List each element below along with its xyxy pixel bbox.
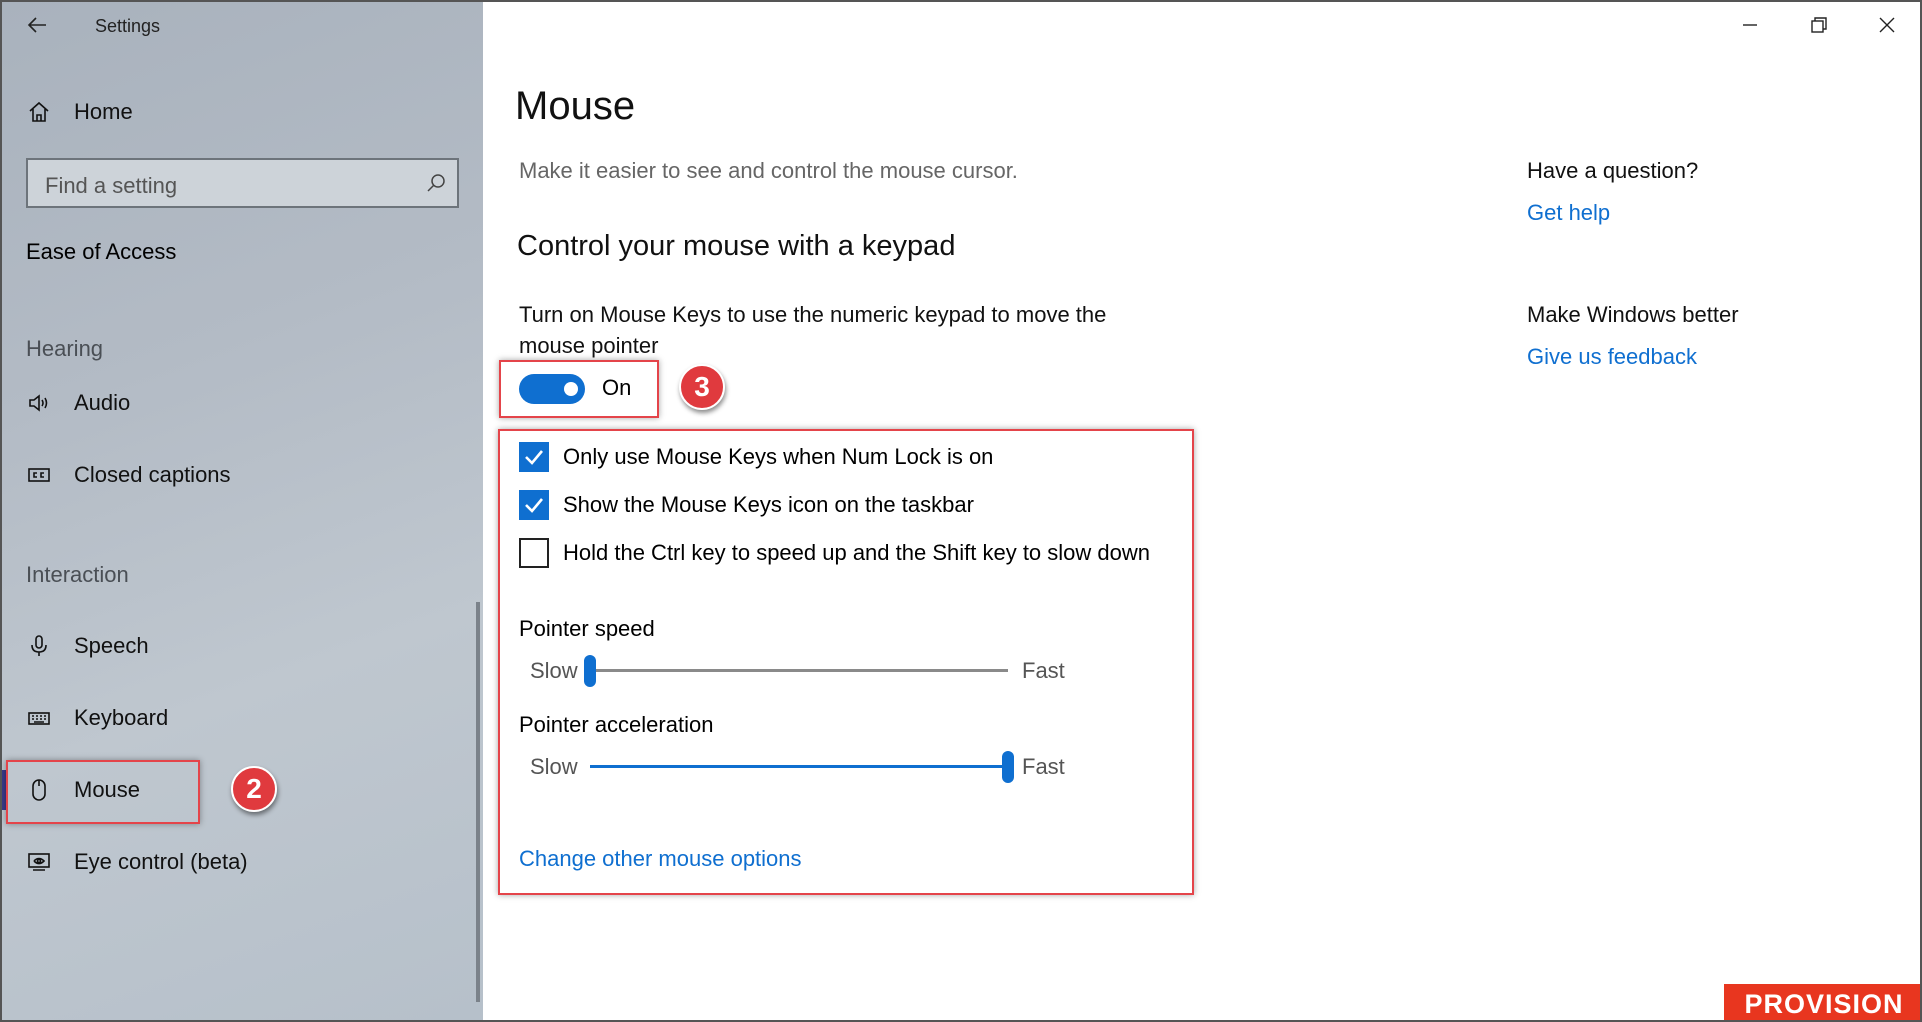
change-mouse-options-link[interactable]: Change other mouse options [519,846,802,872]
minimize-icon [1741,16,1759,39]
speaker-icon [26,390,52,416]
checkbox-box[interactable] [519,442,549,472]
annotation-box-mouse [6,760,200,824]
checkbox-box[interactable] [519,538,549,568]
feedback-heading: Make Windows better [1527,302,1739,327]
pointer-acceleration-slider[interactable]: Slow Fast [530,750,1090,784]
restore-button[interactable] [1799,10,1839,44]
app-title: Settings [95,16,161,36]
slider-track[interactable] [590,669,1008,672]
slider-high-label: Fast [1022,754,1065,779]
page-subtitle: Make it easier to see and control the mo… [519,158,1018,183]
cc-icon [26,462,52,488]
restore-icon [1810,16,1828,39]
annotation-badge-2: 2 [231,766,277,812]
slider-thumb[interactable] [584,655,596,687]
checkbox-ctrl-shift[interactable]: Hold the Ctrl key to speed up and the Sh… [519,538,1150,568]
sidebar-item-speech[interactable]: Speech [26,626,149,666]
search-input[interactable]: Find a setting [26,158,459,208]
pointer-speed-title: Pointer speed [519,616,655,641]
close-button[interactable] [1867,10,1907,44]
sidebar-item-label: Audio [74,390,131,415]
pointer-acceleration-title: Pointer acceleration [519,712,714,737]
provision-logo: PROVISION [1724,984,1920,1020]
slider-track[interactable] [590,765,1008,768]
checkbox-taskbar-icon[interactable]: Show the Mouse Keys icon on the taskbar [519,490,974,520]
group-label-interaction: Interaction [26,562,129,587]
section-title: Ease of Access [26,239,177,264]
microphone-icon [26,633,52,659]
sidebar-item-home[interactable]: Home [26,92,133,132]
checkbox-label: Hold the Ctrl key to speed up and the Sh… [563,540,1150,565]
keyboard-icon [26,705,52,731]
sidebar-item-closed-captions[interactable]: Closed captions [26,455,231,495]
mouse-keys-description: Turn on Mouse Keys to use the numeric ke… [519,302,1107,358]
search-icon [425,172,447,194]
sidebar-item-keyboard[interactable]: Keyboard [26,698,168,738]
sidebar: Settings Home Find a setting Ease of Acc… [2,2,483,1020]
question-heading: Have a question? [1527,158,1699,183]
annotation-box-toggle [499,360,659,418]
sidebar-item-label: Closed captions [74,462,231,487]
home-icon [26,99,52,125]
checkbox-box[interactable] [519,490,549,520]
minimize-button[interactable] [1730,10,1770,44]
search-placeholder: Find a setting [45,173,178,198]
checkmark-icon [525,498,543,513]
sidebar-item-label: Keyboard [74,705,169,730]
slider-low-label: Slow [530,658,578,683]
checkbox-label: Only use Mouse Keys when Num Lock is on [563,444,994,469]
group-label-hearing: Hearing [26,336,104,361]
checkbox-label: Show the Mouse Keys icon on the taskbar [563,492,974,517]
section-heading: Control your mouse with a keypad [517,230,956,262]
sidebar-item-label: Home [74,99,133,124]
page-title: Mouse [515,84,636,128]
sidebar-scrollbar[interactable] [476,602,480,1002]
slider-low-label: Slow [530,754,578,779]
annotation-badge-3: 3 [679,364,725,410]
get-help-link[interactable]: Get help [1527,200,1610,226]
slider-high-label: Fast [1022,658,1065,683]
checkbox-num-lock[interactable]: Only use Mouse Keys when Num Lock is on [519,442,993,472]
checkmark-icon [525,450,543,465]
settings-window: Settings Home Find a setting Ease of Acc… [0,0,1922,1022]
close-icon [1878,16,1896,39]
eye-icon [26,849,52,875]
back-arrow-icon[interactable] [26,14,56,40]
sidebar-item-label: Speech [74,633,149,658]
sidebar-item-label: Eye control (beta) [74,849,248,874]
sidebar-item-audio[interactable]: Audio [26,383,130,423]
sidebar-item-eye-control[interactable]: Eye control (beta) [26,842,248,882]
pointer-speed-slider[interactable]: Slow Fast [530,654,1090,688]
give-feedback-link[interactable]: Give us feedback [1527,344,1697,370]
slider-thumb[interactable] [1002,751,1014,783]
